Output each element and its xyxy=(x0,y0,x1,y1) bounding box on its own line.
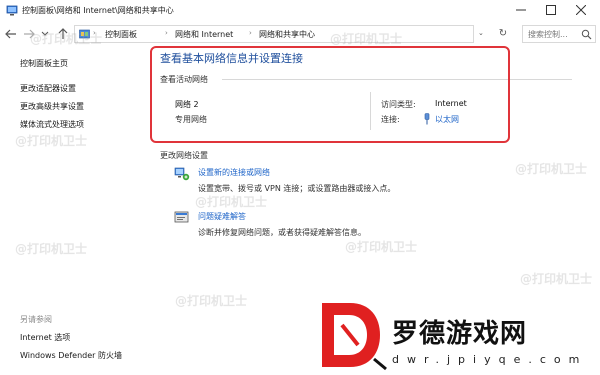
setup-new-connection-desc: 设置宽带、拨号或 VPN 连接；或设置路由器或接入点。 xyxy=(198,184,396,193)
maximize-button[interactable] xyxy=(536,0,566,20)
change-network-settings-label: 更改网络设置 xyxy=(160,151,208,160)
search-box[interactable]: 搜索控制... xyxy=(522,25,596,43)
logo-text: 罗德游戏网 xyxy=(392,319,528,349)
breadcrumb-separator: › xyxy=(249,29,252,37)
address-dropdown-icon[interactable]: ⌄ xyxy=(478,29,484,37)
chevron-down-icon xyxy=(41,31,49,36)
watermark: @打印机卫士 xyxy=(175,294,248,308)
arrow-up-icon xyxy=(58,28,68,39)
close-button[interactable] xyxy=(566,0,596,20)
network-setup-icon xyxy=(174,167,190,181)
window-title: 控制面板\网络和 Internet\网络和共享中心 xyxy=(22,6,174,15)
watermark: @打印机卫士 xyxy=(520,272,593,286)
minimize-button[interactable] xyxy=(506,0,536,20)
recent-locations-button[interactable] xyxy=(40,27,50,41)
network-center-icon xyxy=(6,5,18,16)
search-icon xyxy=(581,29,592,40)
highlight-box xyxy=(150,46,510,143)
breadcrumb-separator: › xyxy=(165,29,168,37)
breadcrumb-control-panel[interactable]: 控制面板 xyxy=(105,29,137,40)
control-panel-icon xyxy=(79,29,90,39)
forward-button[interactable] xyxy=(22,27,36,41)
troubleshoot-problems-link[interactable]: 问题疑难解答 xyxy=(198,211,246,222)
watermark: @打印机卫士 xyxy=(345,240,418,254)
navigation-bar: › 控制面板 › 网络和 Internet › 网络和共享中心 ⌄ ↻ 搜索控制… xyxy=(0,22,600,46)
change-adapter-settings-link[interactable]: 更改适配器设置 xyxy=(20,83,76,94)
logo-emblem-icon xyxy=(322,303,387,371)
back-button[interactable] xyxy=(4,27,18,41)
title-bar: 控制面板\网络和 Internet\网络和共享中心 xyxy=(0,0,600,22)
arrow-left-icon xyxy=(5,29,16,39)
up-button[interactable] xyxy=(56,27,70,41)
breadcrumb-separator: › xyxy=(93,29,96,37)
left-pane: 控制面板主页 更改适配器设置 更改高级共享设置 媒体流式处理选项 另请参阅 In… xyxy=(0,46,150,375)
control-panel-home-link[interactable]: 控制面板主页 xyxy=(20,58,68,69)
logo-url: dwr.jpiyqe.com xyxy=(392,353,588,366)
watermark: @打印机卫士 xyxy=(515,162,588,176)
maximize-icon xyxy=(546,5,556,15)
refresh-icon[interactable]: ↻ xyxy=(496,27,510,41)
breadcrumb-network-internet[interactable]: 网络和 Internet xyxy=(175,29,233,40)
watermark: @打印机卫士 xyxy=(195,195,268,209)
internet-options-link[interactable]: Internet 选项 xyxy=(20,332,70,343)
setup-new-connection-link[interactable]: 设置新的连接或网络 xyxy=(198,167,270,178)
change-advanced-sharing-link[interactable]: 更改高级共享设置 xyxy=(20,101,84,112)
arrow-right-icon xyxy=(24,29,35,39)
troubleshoot-icon xyxy=(174,211,189,223)
media-streaming-options-link[interactable]: 媒体流式处理选项 xyxy=(20,119,84,130)
windows-defender-firewall-link[interactable]: Windows Defender 防火墙 xyxy=(20,350,122,361)
troubleshoot-problems-desc: 诊断并修复网络问题，或者获得疑难解答信息。 xyxy=(198,228,366,237)
address-bar[interactable]: › 控制面板 › 网络和 Internet › 网络和共享中心 xyxy=(74,25,474,43)
search-input[interactable]: 搜索控制... xyxy=(528,29,568,40)
minimize-icon xyxy=(516,9,526,11)
site-logo: 罗德游戏网 dwr.jpiyqe.com xyxy=(318,295,600,375)
see-also-label: 另请参阅 xyxy=(20,315,52,324)
close-icon xyxy=(576,5,586,15)
breadcrumb-sharing-center[interactable]: 网络和共享中心 xyxy=(259,29,315,40)
